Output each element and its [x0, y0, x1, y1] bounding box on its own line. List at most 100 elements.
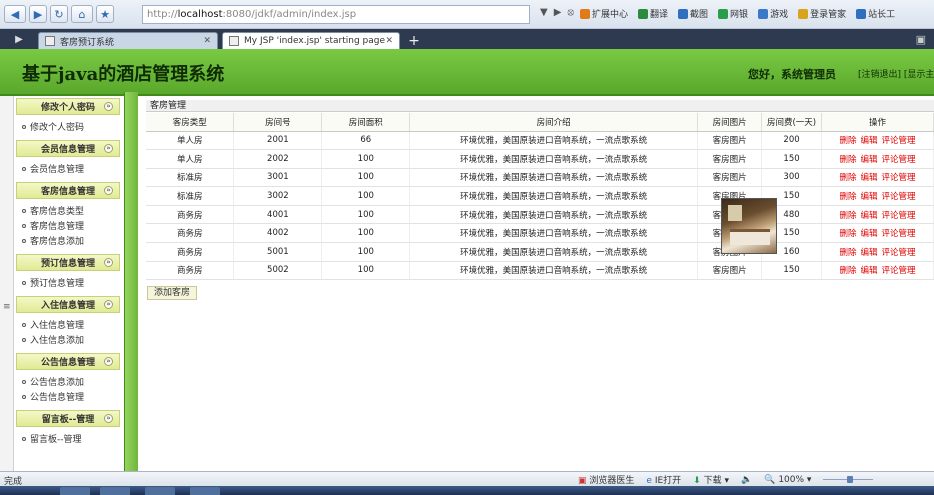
sidebar-item[interactable]: 修改个人密码 — [14, 119, 124, 134]
sidebar-group-header[interactable]: 修改个人密码 » — [16, 98, 120, 115]
sidebar-item[interactable]: 预订信息管理 — [14, 275, 124, 290]
table-row: 商务房4001100环境优雅，美国原装进口音响系统，一流点歌系统客房图片480删… — [146, 205, 934, 225]
delete-link[interactable]: 删除 — [839, 248, 856, 258]
close-icon[interactable]: ✕ — [203, 36, 211, 46]
favorites-star-icon[interactable]: ★ — [96, 5, 114, 23]
toolbar-extensions[interactable]: 扩展中心 — [580, 7, 628, 20]
room-image-link[interactable]: 客房图片 — [697, 149, 763, 169]
sidebar-group-header[interactable]: 会员信息管理 » — [16, 140, 120, 157]
room-image-link[interactable]: 客房图片 — [697, 168, 763, 188]
edit-link[interactable]: 编辑 — [860, 248, 877, 258]
comments-link[interactable]: 评论管理 — [882, 266, 916, 276]
toolbar-games[interactable]: 游戏 — [758, 7, 788, 20]
dropdown-icon[interactable]: ▼ — [540, 7, 548, 18]
comments-link[interactable]: 评论管理 — [882, 211, 916, 221]
comments-link[interactable]: 评论管理 — [882, 173, 916, 183]
tab-hotel-booking[interactable]: 客房预订系统 ✕ — [38, 32, 218, 49]
delete-link[interactable]: 删除 — [839, 136, 856, 146]
table-cell: 100 — [321, 168, 411, 188]
tab-index-jsp[interactable]: My JSP 'index.jsp' starting page ✕ — [222, 32, 400, 49]
sidebar-group-header[interactable]: 留言板--管理 » — [16, 410, 120, 427]
room-image-link[interactable]: 客房图片 — [697, 261, 763, 281]
browser-doctor[interactable]: ▣ 浏览器医生 — [578, 473, 634, 486]
sidebar-item-label: 客房信息添加 — [30, 237, 85, 247]
edit-link[interactable]: 编辑 — [860, 155, 877, 165]
header-links[interactable]: [注销退出] [显示主页] — [858, 67, 934, 80]
sidebar-item[interactable]: 会员信息管理 — [14, 161, 124, 176]
table-row: 单人房 2002 100 环境优雅，美国原装进口音响系统，一流点歌系统 客房图片 150 删… — [146, 149, 934, 169]
sidebar-item[interactable]: 留言板--管理 — [14, 431, 124, 446]
back-icon[interactable]: ◀ — [4, 5, 26, 23]
forward-icon[interactable]: ▶ — [29, 5, 47, 23]
taskbar-item[interactable] — [190, 487, 220, 495]
comments-link[interactable]: 评论管理 — [882, 136, 916, 146]
edit-link[interactable]: 编辑 — [860, 266, 877, 276]
plugin-icon[interactable]: ⦻ — [567, 7, 574, 18]
sidebar-splitter[interactable] — [124, 92, 138, 471]
tab-menu-icon[interactable]: ▣ — [916, 33, 926, 46]
sidebar-item[interactable]: 入住信息添加 — [14, 332, 124, 347]
table-cell: 5001 — [233, 242, 323, 262]
sidebar-group-header[interactable]: 客房信息管理 » — [16, 182, 120, 199]
bullet-icon — [22, 337, 26, 342]
sidebar-group-header[interactable]: 入住信息管理 » — [16, 296, 120, 313]
taskbar-item[interactable] — [60, 487, 90, 495]
zoom-slider-knob[interactable] — [847, 476, 854, 483]
delete-link[interactable]: 删除 — [839, 211, 856, 221]
edit-link[interactable]: 编辑 — [860, 173, 877, 183]
sidebar-group-header[interactable]: 公告信息管理 » — [16, 353, 120, 370]
new-tab-icon[interactable]: + — [404, 32, 424, 49]
sidebar-toggle-icon[interactable]: ▶ — [0, 29, 38, 49]
delete-link[interactable]: 删除 — [839, 266, 856, 276]
delete-link[interactable]: 删除 — [839, 155, 856, 165]
add-room-button[interactable]: 添加客房 — [147, 286, 198, 300]
download[interactable]: ⬇ 下载 ▾ — [693, 473, 729, 486]
edit-link[interactable]: 编辑 — [860, 211, 877, 221]
toolbar-bank[interactable]: 网银 — [718, 7, 748, 20]
open-in-ie[interactable]: e IE打开 — [646, 473, 681, 486]
volume-icon[interactable]: 🔈 — [741, 475, 752, 485]
edit-link[interactable]: 编辑 — [860, 229, 877, 239]
zoom-level[interactable]: 🔍 100% ▾ — [764, 475, 811, 485]
collapse-toggle-icon[interactable]: » — [104, 102, 113, 111]
collapse-toggle-icon[interactable]: » — [104, 357, 113, 366]
sidebar-item[interactable]: 客房信息管理 — [14, 218, 124, 233]
refresh-icon[interactable]: ↻ — [50, 5, 68, 23]
toolbar-screenshot[interactable]: 截图 — [678, 7, 708, 20]
collapse-toggle-icon[interactable]: » — [104, 300, 113, 309]
edit-link[interactable]: 编辑 — [860, 136, 877, 146]
taskbar-item[interactable] — [100, 487, 130, 495]
toolbar-webmaster[interactable]: 站长工 — [856, 7, 895, 20]
sidebar-item[interactable]: 公告信息添加 — [14, 374, 124, 389]
edit-link[interactable]: 编辑 — [860, 192, 877, 202]
room-image-link[interactable]: 客房图片 — [697, 131, 763, 151]
delete-link[interactable]: 删除 — [839, 173, 856, 183]
sidebar-item[interactable]: 客房信息添加 — [14, 233, 124, 248]
delete-link[interactable]: 删除 — [839, 192, 856, 202]
table-cell: 环境优雅，美国原装进口音响系统，一流点歌系统 — [409, 186, 699, 206]
gutter-handle-icon[interactable]: ≡ — [3, 302, 11, 312]
comments-link[interactable]: 评论管理 — [882, 248, 916, 258]
toolbar-login[interactable]: 登录管家 — [798, 7, 846, 20]
sidebar-group-header[interactable]: 预订信息管理 » — [16, 254, 120, 271]
home-icon[interactable]: ⌂ — [71, 5, 93, 23]
collapse-toggle-icon[interactable]: » — [104, 144, 113, 153]
address-bar[interactable]: http://localhost:8080/jdkf/admin/index.j… — [142, 5, 530, 24]
go-icon[interactable]: ▶ — [554, 7, 562, 18]
taskbar-item[interactable] — [145, 487, 175, 495]
sidebar-item[interactable]: 客房信息类型 — [14, 203, 124, 218]
close-icon[interactable]: ✕ — [385, 36, 393, 46]
table-cell: 100 — [321, 186, 411, 206]
toolbar-translate[interactable]: 翻译 — [638, 7, 668, 20]
comments-link[interactable]: 评论管理 — [882, 229, 916, 239]
collapse-toggle-icon[interactable]: » — [104, 414, 113, 423]
comments-link[interactable]: 评论管理 — [882, 192, 916, 202]
collapse-toggle-icon[interactable]: » — [104, 186, 113, 195]
zoom-slider[interactable] — [823, 476, 874, 483]
table-cell: 环境优雅，美国原装进口音响系统，一流点歌系统 — [409, 261, 699, 281]
comments-link[interactable]: 评论管理 — [882, 155, 916, 165]
sidebar-item[interactable]: 入住信息管理 — [14, 317, 124, 332]
delete-link[interactable]: 删除 — [839, 229, 856, 239]
sidebar-item[interactable]: 公告信息管理 — [14, 389, 124, 404]
collapse-toggle-icon[interactable]: » — [104, 258, 113, 267]
